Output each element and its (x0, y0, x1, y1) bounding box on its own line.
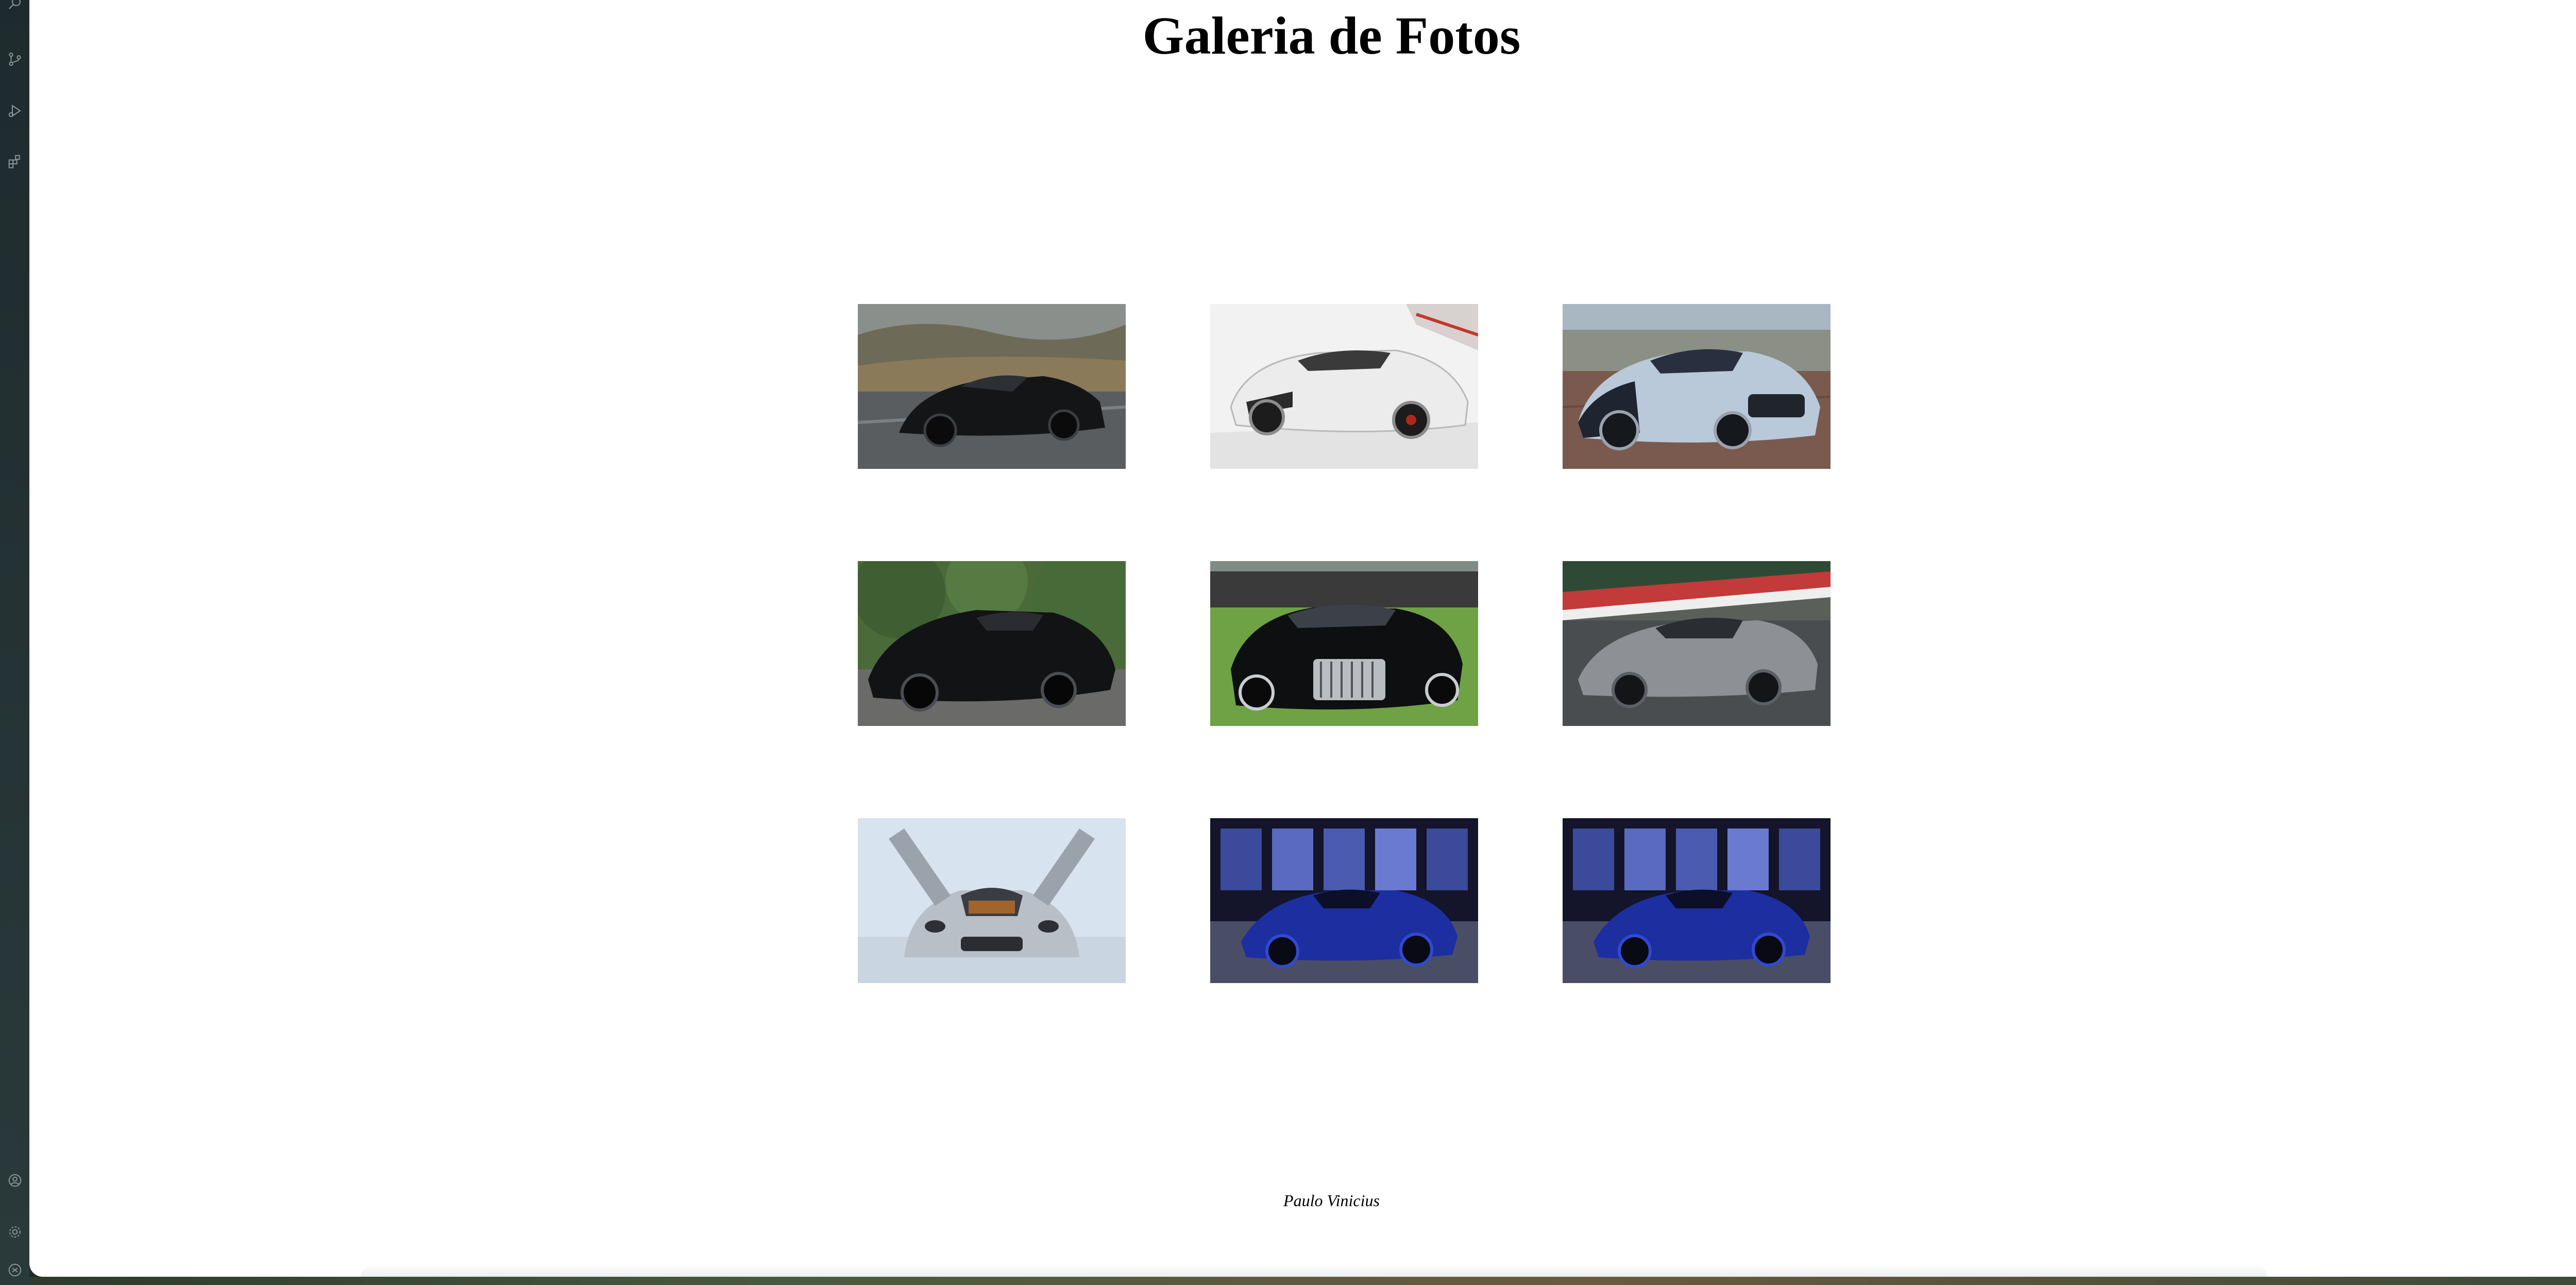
gallery-photo[interactable] (1210, 818, 1478, 983)
window-shadow (361, 1265, 2267, 1277)
footer-author: Paulo Vinicius (1283, 1191, 1380, 1210)
browser-page: Galeria de Fotos Paulo Vinicius (29, 0, 2576, 1277)
car-photo (1210, 818, 1478, 983)
car-photo (1563, 304, 1831, 469)
car-photo (1563, 561, 1831, 726)
remote-icon[interactable] (7, 1262, 23, 1278)
gallery-photo[interactable] (858, 304, 1126, 469)
search-icon[interactable] (7, 0, 23, 11)
desktop-wallpaper-strip (29, 1277, 2576, 1285)
car-photo (1210, 561, 1478, 726)
car-photo (858, 818, 1126, 983)
car-photo (1563, 818, 1831, 983)
source-control-icon[interactable] (7, 52, 23, 67)
photo-gallery (858, 304, 1831, 983)
gallery-photo[interactable] (1210, 561, 1478, 726)
settings-icon[interactable] (7, 1224, 23, 1240)
car-photo (1210, 304, 1478, 469)
gallery-photo[interactable] (1563, 818, 1831, 983)
account-icon[interactable] (7, 1173, 23, 1188)
gallery-photo[interactable] (1563, 304, 1831, 469)
car-photo (858, 561, 1126, 726)
gallery-photo[interactable] (858, 561, 1126, 726)
extensions-icon[interactable] (7, 154, 23, 169)
activity-bar (0, 0, 29, 1285)
gallery-photo[interactable] (1563, 561, 1831, 726)
page-title: Galeria de Fotos (1142, 6, 1521, 65)
gallery-photo[interactable] (858, 818, 1126, 983)
gallery-photo[interactable] (1210, 304, 1478, 469)
car-photo (858, 304, 1126, 469)
run-debug-icon[interactable] (7, 103, 23, 119)
